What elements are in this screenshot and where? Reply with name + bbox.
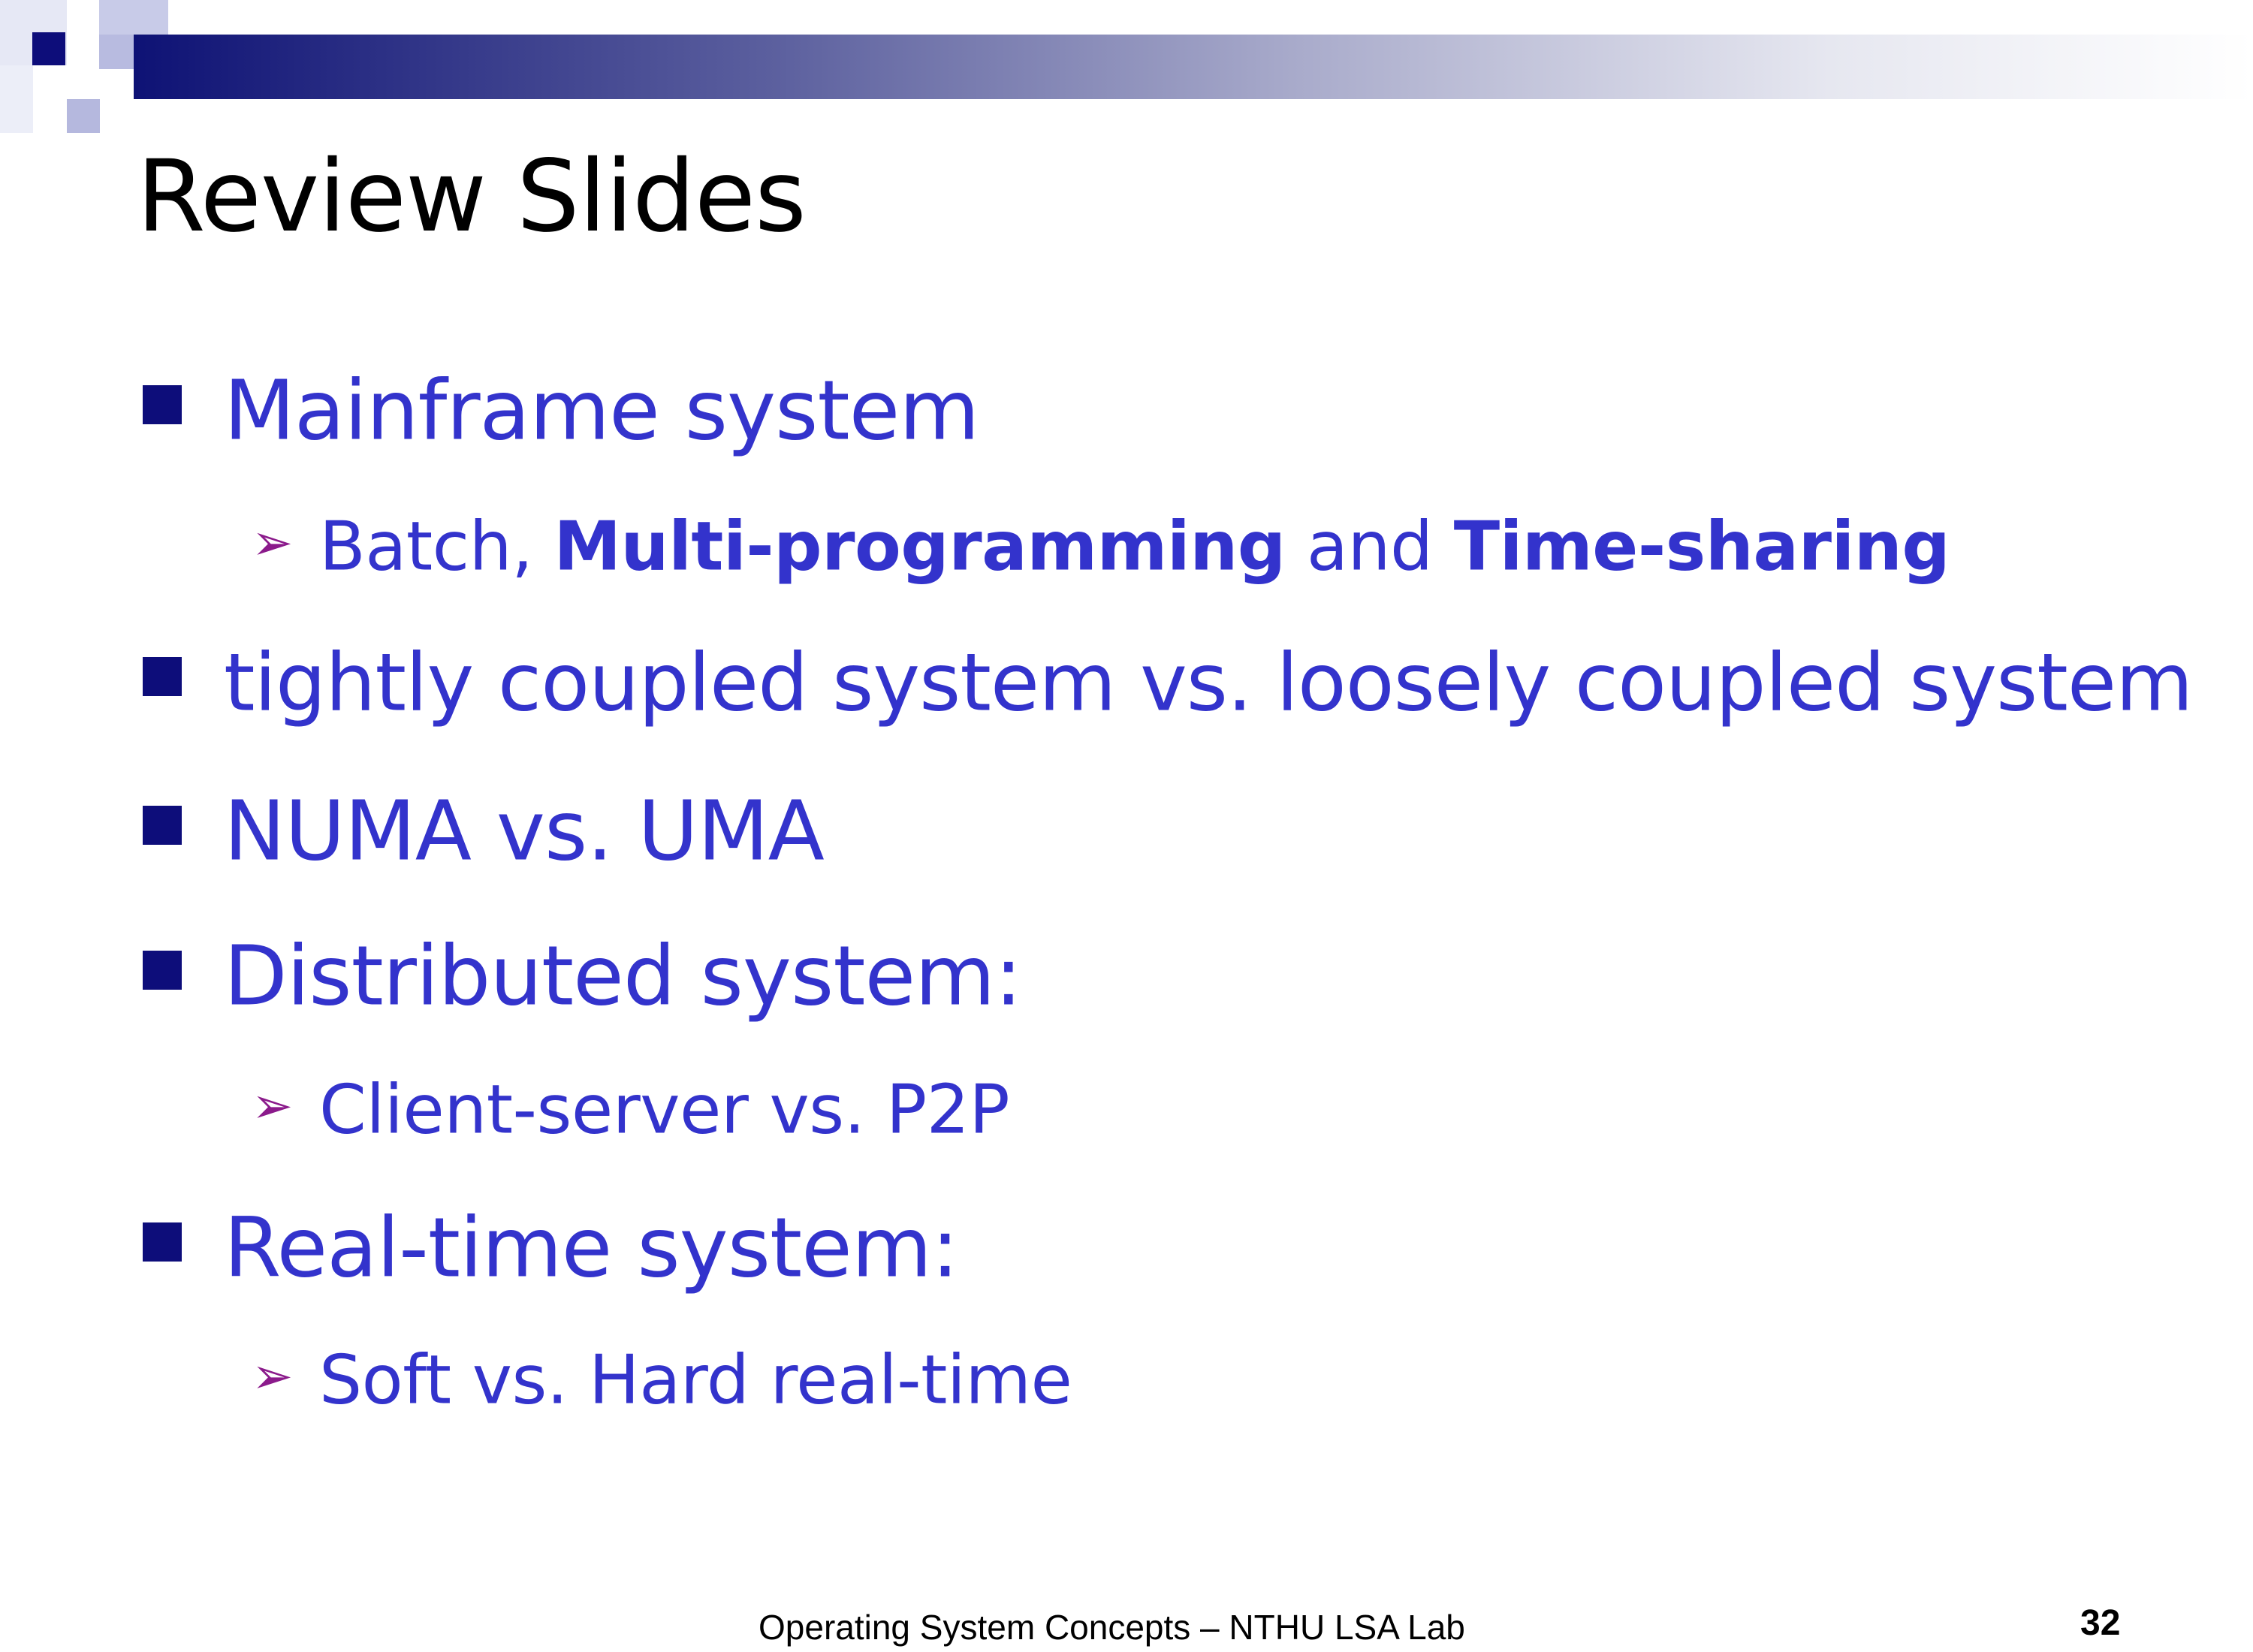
corner-square-decoration (99, 35, 134, 69)
square-bullet-icon (143, 1222, 182, 1262)
bullet-text: Real-time system: (224, 1199, 959, 1296)
bullet-text: tightly coupled system vs. loosely coupl… (224, 636, 2193, 729)
corner-square-decoration (99, 0, 168, 35)
corner-square-decoration (67, 99, 100, 133)
square-bullet-icon (143, 950, 182, 990)
corner-square-decoration (0, 65, 33, 133)
bold-term: Time-sharing (1453, 507, 1950, 586)
sub-bullet-text: Soft vs. Hard real-time (319, 1340, 1072, 1420)
page-number: 32 (2080, 1603, 2121, 1643)
arrow-bullet-icon: ➢ (252, 513, 293, 571)
sub-bullet-item: ➢ Batch, Multi-programming and Time-shari… (252, 503, 1950, 586)
header-gradient-bar (134, 35, 2253, 99)
bullet-item: NUMA vs. UMA (143, 777, 825, 879)
slide-title: Review Slides (137, 139, 807, 255)
bullet-item: Real-time system: (143, 1194, 959, 1296)
bullet-text: Distributed system: (224, 927, 1022, 1024)
sub-bullet-text: Batch, Multi-programming and Time-sharin… (319, 508, 1950, 586)
sub-bullet-text: Client-server vs. P2P (319, 1070, 1010, 1150)
text-fragment: and (1285, 507, 1454, 586)
square-bullet-icon (143, 657, 182, 697)
bullet-text: NUMA vs. UMA (224, 782, 825, 879)
bullet-item: Mainframe system (143, 357, 979, 459)
square-bullet-icon (143, 384, 182, 424)
slide: Review Slides Mainframe system ➢ Batch, M… (0, 0, 2253, 1652)
bullet-text: Mainframe system (224, 362, 979, 459)
arrow-bullet-icon: ➢ (252, 1076, 293, 1135)
square-bullet-icon (143, 805, 182, 845)
corner-square-decoration (32, 32, 65, 65)
slide-footer: Operating System Concepts – NTHU LSA Lab (759, 1608, 1465, 1647)
arrow-bullet-icon: ➢ (252, 1346, 293, 1405)
bullet-item: tightly coupled system vs. loosely coupl… (143, 631, 2193, 729)
bold-term: Multi-programming (553, 507, 1286, 586)
text-fragment: Batch, (319, 507, 554, 586)
sub-bullet-item: ➢ Client-server vs. P2P (252, 1066, 1010, 1150)
sub-bullet-item: ➢ Soft vs. Hard real-time (252, 1337, 1072, 1420)
bullet-item: Distributed system: (143, 922, 1022, 1024)
